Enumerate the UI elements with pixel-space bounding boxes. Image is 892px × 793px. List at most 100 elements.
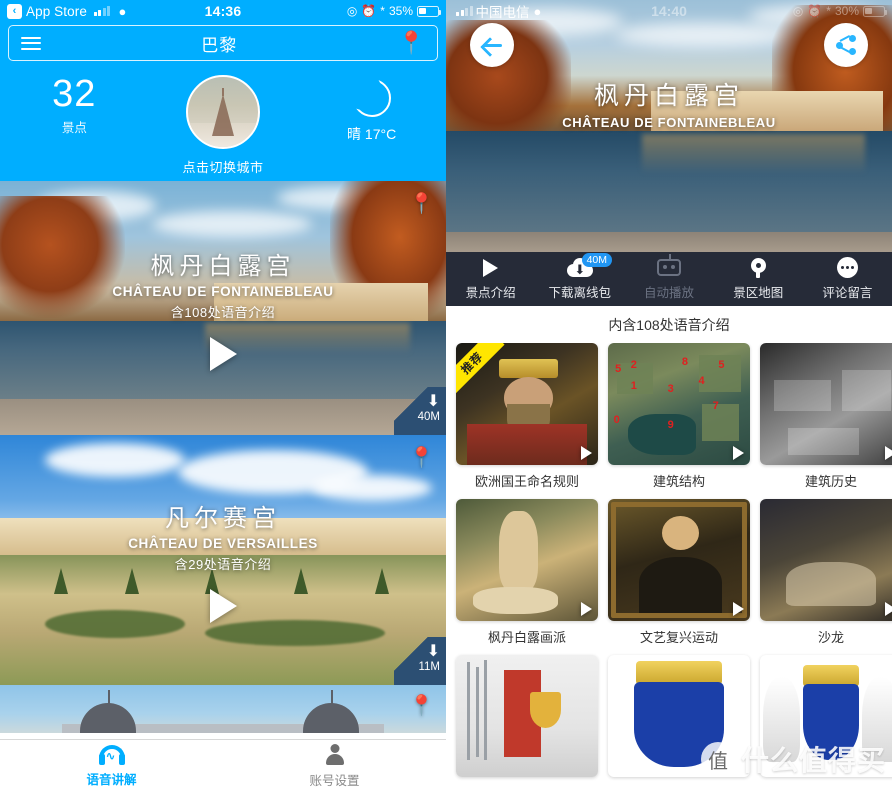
audio-count-note: 内含108处语音介绍 [446, 306, 892, 343]
bluetooth-icon: * [380, 4, 385, 18]
list-menu-icon[interactable] [21, 36, 41, 50]
play-icon[interactable] [733, 602, 744, 616]
play-icon[interactable] [209, 336, 237, 371]
hero-title-fr: CHÂTEAU DE FONTAINEBLEAU [562, 115, 776, 130]
play-icon[interactable] [209, 588, 237, 623]
topic-cell[interactable]: 枫丹白露画派 [456, 499, 598, 646]
black-white-aerial-thumbnail[interactable] [760, 343, 892, 465]
medieval-knight-thumbnail[interactable] [456, 655, 598, 777]
action-label: 自动播放 [644, 286, 695, 300]
ellipsis-icon [836, 257, 858, 278]
attraction-card[interactable]: 📍 凡尔赛宫 CHÂTEAU DE VERSAILLES 含29处语音介绍 ⬇ … [0, 435, 446, 685]
play-icon[interactable] [885, 602, 892, 616]
left-tab-bar[interactable]: ∿ 语音讲解 账号设置 [0, 739, 446, 793]
battery-icon [863, 5, 888, 17]
download-size-badge: 40M [581, 253, 613, 267]
topic-label: 枫丹白露画派 [487, 630, 566, 645]
attraction-card[interactable]: 📍 枫丹白露宫 CHÂTEAU DE FONTAINEBLEAU 含108处语音… [0, 181, 446, 435]
topic-cell[interactable]: 5 2 8 5 1 3 4 7 0 9 建筑结构 [608, 343, 750, 490]
battery-icon [417, 5, 442, 17]
hero-title-block: 枫丹白露宫 CHÂTEAU DE FONTAINEBLEAU [446, 76, 892, 130]
topic-label: 文艺复兴运动 [639, 630, 718, 645]
download-icon: ⬇ [426, 643, 440, 660]
tab-account-settings[interactable]: 账号设置 [223, 740, 446, 793]
topic-grid[interactable]: 推荐 欧洲国王命名规则 5 2 8 5 1 3 4 7 0 9 建筑结构 建筑历… [446, 343, 892, 793]
topic-cell[interactable]: 文艺复兴运动 [608, 499, 750, 646]
right-phone-screen: 中国电信 ● 14:40 ◎ ⏰ * 30% 枫丹白露宫 CHÂTEAU DE … [446, 0, 892, 793]
card-note: 含29处语音介绍 [174, 556, 272, 572]
action-area-map[interactable]: 景区地图 [714, 252, 803, 306]
alarm-clock-icon: ⏰ [361, 4, 377, 18]
left-phone-screen: ‹ App Store ● 14:36 ◎ ⏰ * 35% 巴黎 📍 32 景点 [0, 0, 446, 793]
attraction-card-list[interactable]: 📍 枫丹白露宫 CHÂTEAU DE FONTAINEBLEAU 含108处语音… [0, 181, 446, 739]
action-autoplay[interactable]: 自动播放 [624, 252, 713, 306]
download-size: 11M [418, 661, 440, 673]
attraction-card[interactable]: 📍 [0, 685, 446, 733]
topic-label: 建筑结构 [652, 474, 705, 489]
city-switch-block[interactable]: 点击切换城市 [149, 75, 296, 176]
share-button[interactable] [824, 23, 868, 67]
topic-cell[interactable]: 推荐 欧洲国王命名规则 [456, 343, 598, 490]
status-right-group: ◎ ⏰ * 35% [346, 4, 442, 18]
action-label: 景区地图 [733, 286, 784, 300]
location-arrow-icon: ◎ [346, 4, 358, 18]
king-portrait-thumbnail[interactable]: 推荐 [456, 343, 598, 465]
tab-audio-guide[interactable]: ∿ 语音讲解 [0, 740, 223, 793]
topic-cell[interactable]: 沙龙 [760, 499, 892, 646]
battery-percent-label: 30% [834, 4, 859, 18]
action-label: 景点介绍 [465, 286, 516, 300]
attraction-hero: 中国电信 ● 14:40 ◎ ⏰ * 30% 枫丹白露宫 CHÂTEAU DE … [446, 0, 892, 252]
download-badge[interactable]: ⬇ 40M [394, 387, 446, 435]
weather-label: 晴 17°C [347, 126, 397, 142]
card-title-cn: 凡尔赛宫 [165, 504, 281, 532]
recommend-ribbon: 推荐 [456, 343, 505, 396]
angel-supporters-arms-thumbnail[interactable] [760, 655, 892, 777]
play-icon[interactable] [581, 446, 592, 460]
topic-label: 欧洲国王命名规则 [474, 474, 579, 489]
headphones-audio-icon: ∿ [98, 745, 125, 765]
arrow-left-icon [481, 34, 503, 56]
status-right-group: ◎ ⏰ * 30% [792, 4, 888, 18]
grid-row: 枫丹白露画派 文艺复兴运动 沙龙 [456, 499, 892, 646]
salon-gathering-thumbnail[interactable] [760, 499, 892, 621]
aerial-numbered-map-thumbnail[interactable]: 5 2 8 5 1 3 4 7 0 9 [608, 343, 750, 465]
back-button[interactable] [470, 23, 514, 67]
weather-block: 晴 17°C [298, 72, 445, 144]
fleur-de-lis-arms-thumbnail[interactable] [608, 655, 750, 777]
city-switch-label: 点击切换城市 [182, 160, 264, 175]
mona-lisa-thumbnail[interactable] [608, 499, 750, 621]
topic-cell[interactable] [608, 655, 750, 783]
dual-phone-screenshot: ‹ App Store ● 14:36 ◎ ⏰ * 35% 巴黎 📍 32 景点 [0, 0, 892, 793]
play-icon[interactable] [733, 446, 744, 460]
city-summary-panel: 32 景点 点击切换城市 晴 17°C [0, 61, 446, 181]
topic-label: 建筑历史 [804, 474, 857, 489]
action-download-offline[interactable]: ⬇ 40M 下载离线包 [535, 252, 624, 306]
topic-cell[interactable] [456, 655, 598, 783]
action-bar[interactable]: 景点介绍 ⬇ 40M 下载离线包 自动播放 景区地图 评论留言 [446, 252, 892, 306]
download-badge[interactable]: ⬇ 11M [394, 637, 446, 685]
card-title-cn: 枫丹白露宫 [150, 252, 296, 280]
play-icon[interactable] [885, 446, 892, 460]
map-pin-icon[interactable]: 📍 [409, 693, 434, 718]
location-arrow-icon: ◎ [792, 4, 804, 18]
play-icon[interactable] [581, 602, 592, 616]
attraction-count-block: 32 景点 [1, 74, 148, 136]
left-navbar: 巴黎 📍 [8, 25, 438, 61]
topic-cell[interactable]: 建筑历史 [760, 343, 892, 490]
attraction-count-label: 景点 [61, 120, 87, 135]
map-pin-icon[interactable]: 📍 [398, 32, 425, 54]
action-intro[interactable]: 景点介绍 [446, 252, 535, 306]
hero-title-cn: 枫丹白露宫 [593, 82, 744, 110]
topic-label: 沙龙 [817, 630, 844, 645]
topic-cell[interactable] [760, 655, 892, 783]
tab-label: 语音讲解 [86, 773, 137, 787]
card-note: 含108处语音介绍 [170, 304, 276, 320]
download-size: 40M [417, 411, 440, 423]
eiffel-tower-thumbnail[interactable] [185, 75, 260, 149]
action-label: 下载离线包 [548, 286, 612, 300]
share-icon [836, 34, 856, 55]
battery-percent-label: 35% [388, 4, 413, 18]
action-comments[interactable]: 评论留言 [803, 252, 892, 306]
classical-painting-thumbnail[interactable] [456, 499, 598, 621]
moon-icon [343, 72, 391, 117]
